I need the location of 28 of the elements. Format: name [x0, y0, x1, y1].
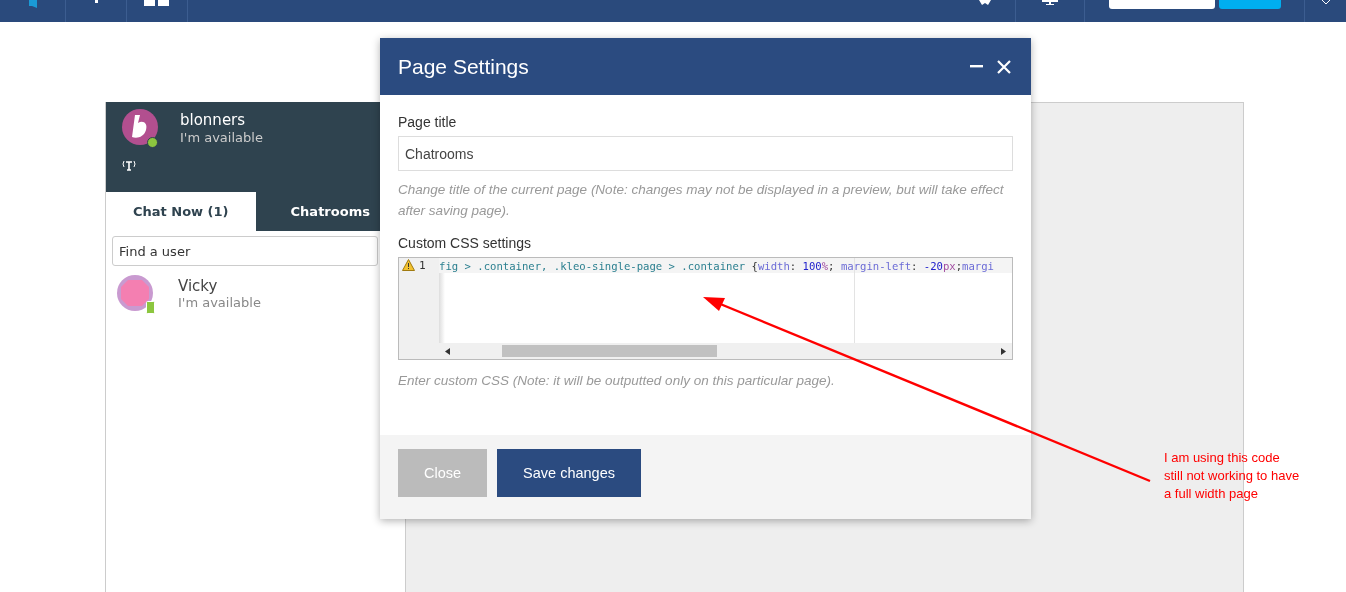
grid-icon[interactable]	[144, 0, 170, 6]
horizontal-scrollbar[interactable]	[439, 343, 1012, 359]
contact-status: I'm available	[178, 295, 261, 310]
save-button[interactable]: Save changes	[497, 449, 641, 497]
dialog-title: Page Settings	[398, 54, 530, 79]
chat-tab[interactable]: Chat Now (1)	[106, 192, 256, 231]
field-label: Custom CSS settings	[398, 235, 533, 251]
annotation-note: I am using this code still not working to have a full width page	[1164, 449, 1300, 503]
user-status: I'm available	[180, 130, 263, 145]
plus-icon[interactable]	[93, 0, 99, 3]
field-label: Page title	[398, 114, 458, 130]
minimize-icon[interactable]	[970, 65, 983, 68]
contact-name: Vicky	[178, 277, 219, 295]
user-name: blonners	[180, 111, 247, 129]
css-editor[interactable]: 1 fig > .container, .kleo-single-page > .container {width: 100%; margin-left: -20px;margi	[398, 257, 1013, 360]
top-search-field[interactable]	[1108, 0, 1215, 9]
monitor-icon[interactable]	[1042, 0, 1058, 5]
star-icon[interactable]	[979, 0, 991, 5]
line-number: 1	[419, 259, 426, 273]
expand-icon[interactable]	[1321, 0, 1330, 4]
search-field[interactable]: Find a user	[112, 236, 378, 266]
broadcast-icon[interactable]	[121, 160, 137, 171]
scroll-left-icon[interactable]	[445, 347, 450, 355]
help-text: Enter custom CSS (Note: it will be outputted only on this particular page).	[398, 372, 836, 390]
page-title-field[interactable]: Chatrooms	[398, 136, 1013, 171]
logo-icon[interactable]	[28, 0, 37, 8]
scroll-right-icon[interactable]	[1001, 347, 1006, 355]
close-icon[interactable]	[997, 59, 1011, 74]
